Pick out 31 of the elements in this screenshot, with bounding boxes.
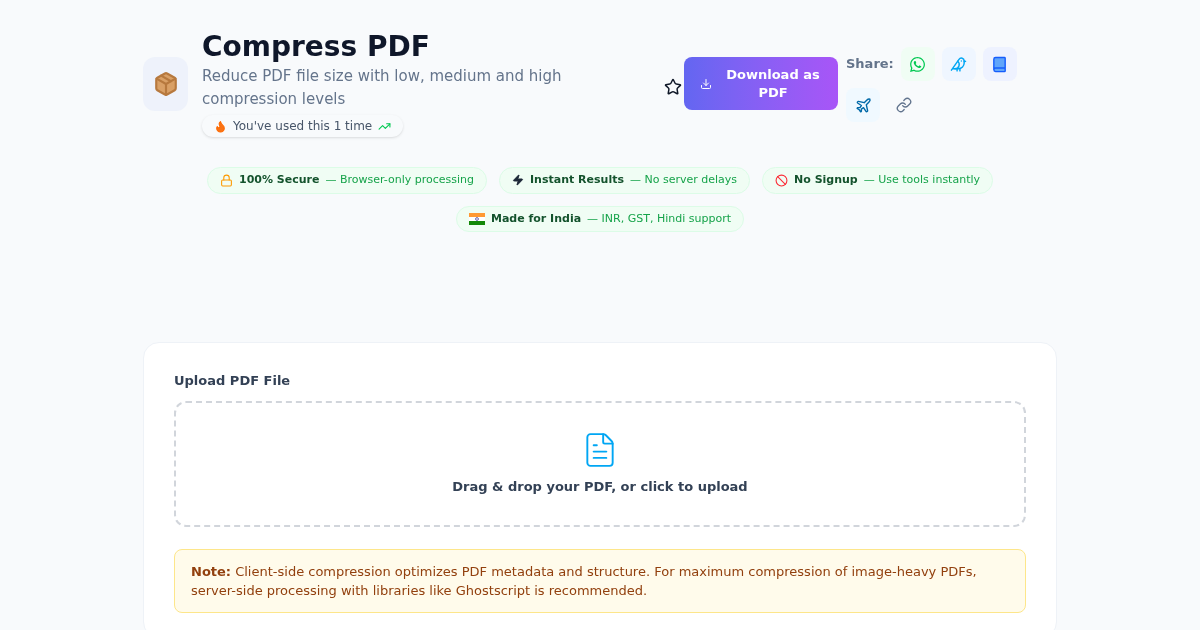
bird-share-button[interactable] (941, 47, 976, 81)
link-icon (896, 97, 912, 113)
usage-text: You've used this 1 time (233, 118, 373, 135)
badge-detail: — No server delays (630, 172, 738, 188)
flag-icon (469, 212, 485, 225)
whatsapp-icon (909, 55, 927, 73)
plane-icon (854, 96, 872, 114)
upload-dropzone[interactable]: Drag & drop your PDF, or click to upload (174, 400, 1026, 527)
download-icon (700, 77, 712, 90)
page-title: Compress PDF (202, 30, 431, 64)
badge-title: No Signup (794, 172, 858, 188)
bird-icon (950, 55, 968, 73)
badge-detail: — Browser-only processing (325, 172, 474, 188)
upload-label: Upload PDF File (174, 372, 292, 390)
download-button[interactable]: Download as PDF (684, 57, 838, 110)
lock-icon (220, 173, 233, 187)
badge-title: Instant Results (530, 172, 624, 188)
plane-share-button[interactable] (846, 88, 880, 122)
badge-detail: — Use tools instantly (863, 172, 980, 188)
badge-title: 100% Secure (239, 172, 320, 188)
book-share-button[interactable] (982, 47, 1017, 81)
package-icon (143, 57, 188, 111)
prohibited-icon (775, 173, 789, 187)
share-label: Share: (846, 55, 894, 74)
note-text: Note: Client-side compression optimizes PDF metadata and structure. For maximum compression of image-heavy PDFs, server-side processing with libraries like Ghostscript is recommended. (191, 562, 978, 600)
book-icon (991, 55, 1009, 73)
fire-icon (214, 119, 227, 133)
lightning-icon (512, 174, 524, 187)
badge-detail: — INR, GST, Hindi support (587, 210, 731, 227)
page-subtitle: Reduce PDF file size with low, medium and high compression levels (202, 66, 563, 110)
badge-title: Made for India (491, 210, 582, 227)
